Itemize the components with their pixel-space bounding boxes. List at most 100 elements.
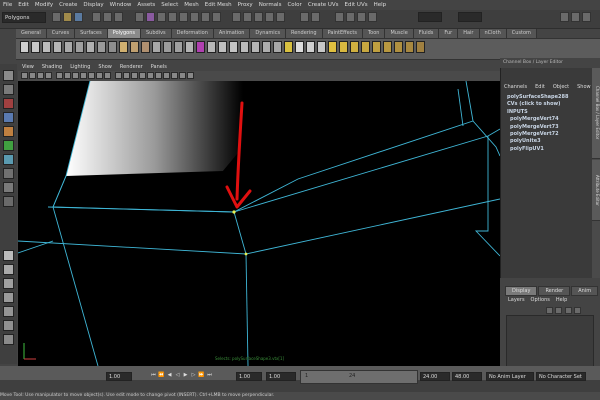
- image-plane-icon[interactable]: [45, 72, 52, 79]
- render-view-icon[interactable]: [335, 12, 344, 22]
- poly-torus-icon[interactable]: [75, 41, 84, 53]
- uv-layout-icon[interactable]: [328, 41, 337, 53]
- custom-layout-icon[interactable]: [3, 334, 14, 345]
- snap-live-icon[interactable]: [276, 12, 285, 22]
- input-node[interactable]: polyMergeVert72: [507, 131, 591, 138]
- menu-edit[interactable]: Edit: [15, 2, 32, 8]
- show-manip-icon[interactable]: [3, 182, 14, 193]
- menu-mesh[interactable]: Mesh: [181, 2, 201, 8]
- sew-uv-icon[interactable]: [383, 41, 392, 53]
- layer-tab-render[interactable]: Render: [538, 286, 571, 296]
- start-time-field[interactable]: 1.00: [106, 372, 132, 381]
- last-tool-icon[interactable]: [3, 196, 14, 207]
- select-by-dynamic-icon[interactable]: [190, 12, 199, 22]
- resolution-gate-icon[interactable]: [72, 72, 79, 79]
- shelf-tab-toon[interactable]: Toon: [362, 29, 386, 38]
- menu-help[interactable]: Help: [371, 2, 390, 8]
- viewport-canvas[interactable]: [18, 81, 500, 366]
- range-end-field[interactable]: 24.00: [420, 372, 450, 381]
- shelf-tab-polygons[interactable]: Polygons: [107, 29, 141, 38]
- layers-menu[interactable]: Layers: [508, 297, 531, 303]
- poly-pipe-icon[interactable]: [108, 41, 117, 53]
- menu-set-dropdown[interactable]: Polygons: [2, 12, 46, 23]
- soft-mod-icon[interactable]: [3, 168, 14, 179]
- menu-color[interactable]: Color: [284, 2, 304, 8]
- poly-pyramid-icon[interactable]: [97, 41, 106, 53]
- gate-mask-icon[interactable]: [80, 72, 87, 79]
- snap-plane-icon[interactable]: [265, 12, 274, 22]
- anim-layer-field[interactable]: No Anim Layer: [486, 372, 534, 381]
- shelf-tab-rendering[interactable]: Rendering: [286, 29, 323, 38]
- smooth-shade-icon[interactable]: [123, 72, 130, 79]
- layer-tab-anim[interactable]: Anim: [571, 286, 599, 296]
- play-backward-icon[interactable]: ◁: [174, 372, 181, 379]
- select-hierarchy-icon[interactable]: [92, 12, 101, 22]
- poly-sphere-icon[interactable]: [20, 41, 29, 53]
- menu-create-uvs[interactable]: Create UVs: [305, 2, 342, 8]
- animation-end-field[interactable]: 48.00: [452, 372, 482, 381]
- input-node[interactable]: polyMergeVert74: [507, 116, 591, 123]
- persp-hypershade-layout-icon[interactable]: [3, 320, 14, 331]
- selected-vertex[interactable]: [232, 210, 236, 214]
- toggle-tool-settings-icon[interactable]: [582, 12, 591, 22]
- shelf-tab-fur[interactable]: Fur: [439, 29, 459, 38]
- input-line-field[interactable]: [418, 12, 442, 22]
- menu-edit-mesh[interactable]: Edit Mesh: [202, 2, 235, 8]
- xray-components-icon[interactable]: [187, 72, 194, 79]
- rotate-tool-icon[interactable]: [3, 126, 14, 137]
- shelf-tab-painteffects[interactable]: PaintEffects: [322, 29, 363, 38]
- automatic-mapping-icon[interactable]: [372, 41, 381, 53]
- xray-icon[interactable]: [171, 72, 178, 79]
- fill-hole-icon[interactable]: [251, 41, 260, 53]
- shelf-tab-fluids[interactable]: Fluids: [413, 29, 440, 38]
- panel-menu-panels[interactable]: Panels: [147, 64, 171, 70]
- snap-grid-icon[interactable]: [232, 12, 241, 22]
- xray-joints-icon[interactable]: [179, 72, 186, 79]
- shelf-tab-dynamics[interactable]: Dynamics: [250, 29, 287, 38]
- object-menu[interactable]: Object: [553, 84, 577, 90]
- bridge-icon[interactable]: [229, 41, 238, 53]
- bevel-icon[interactable]: [284, 41, 293, 53]
- step-back-key-icon[interactable]: ⏪: [158, 372, 165, 379]
- shadows-icon[interactable]: [155, 72, 162, 79]
- bookmark-icon[interactable]: [37, 72, 44, 79]
- select-by-surface-icon[interactable]: [168, 12, 177, 22]
- new-layer-icon[interactable]: [546, 307, 553, 314]
- input-name-field[interactable]: [458, 12, 482, 22]
- help-menu[interactable]: Help: [556, 297, 573, 303]
- poly-prism-icon[interactable]: [86, 41, 95, 53]
- safe-title-icon[interactable]: [104, 72, 111, 79]
- cylindrical-mapping-icon[interactable]: [350, 41, 359, 53]
- menu-modify[interactable]: Modify: [32, 2, 56, 8]
- play-forward-icon[interactable]: ▶: [182, 372, 189, 379]
- wireframe-icon[interactable]: [115, 72, 122, 79]
- shelf-tab-deformation[interactable]: Deformation: [171, 29, 214, 38]
- scale-tool-icon[interactable]: [3, 140, 14, 151]
- poly-cube-icon[interactable]: [31, 41, 40, 53]
- menu-select[interactable]: Select: [158, 2, 181, 8]
- camera-icon[interactable]: [21, 72, 28, 79]
- paint-select-tool-icon[interactable]: [3, 98, 14, 109]
- shelf-tab-curves[interactable]: Curves: [46, 29, 76, 38]
- shelf-tab-custom[interactable]: Custom: [506, 29, 537, 38]
- channels-menu[interactable]: Channels: [504, 84, 535, 90]
- shelf-tab-subdivs[interactable]: Subdivs: [141, 29, 172, 38]
- input-node[interactable]: polyMergeVert73: [507, 124, 591, 131]
- edit-menu[interactable]: Edit: [535, 84, 553, 90]
- single-perspective-layout-icon[interactable]: [3, 250, 14, 261]
- menu-file[interactable]: File: [0, 2, 15, 8]
- shelf-tab-muscle[interactable]: Muscle: [385, 29, 414, 38]
- poly-plane-icon[interactable]: [64, 41, 73, 53]
- panel-menu-show[interactable]: Show: [94, 64, 116, 70]
- menu-normals[interactable]: Normals: [256, 2, 285, 8]
- history-list-icon[interactable]: [311, 12, 320, 22]
- cvs-row[interactable]: CVs (click to show): [507, 101, 591, 108]
- perspective-viewport[interactable]: [18, 81, 500, 366]
- layer-tab-display[interactable]: Display: [505, 286, 538, 296]
- select-component-icon[interactable]: [114, 12, 123, 22]
- select-by-render-icon[interactable]: [201, 12, 210, 22]
- unfold-uv-icon[interactable]: [405, 41, 414, 53]
- shelf-tab-animation[interactable]: Animation: [213, 29, 251, 38]
- character-set-field[interactable]: No Character Set: [536, 372, 586, 381]
- extract-icon[interactable]: [174, 41, 183, 53]
